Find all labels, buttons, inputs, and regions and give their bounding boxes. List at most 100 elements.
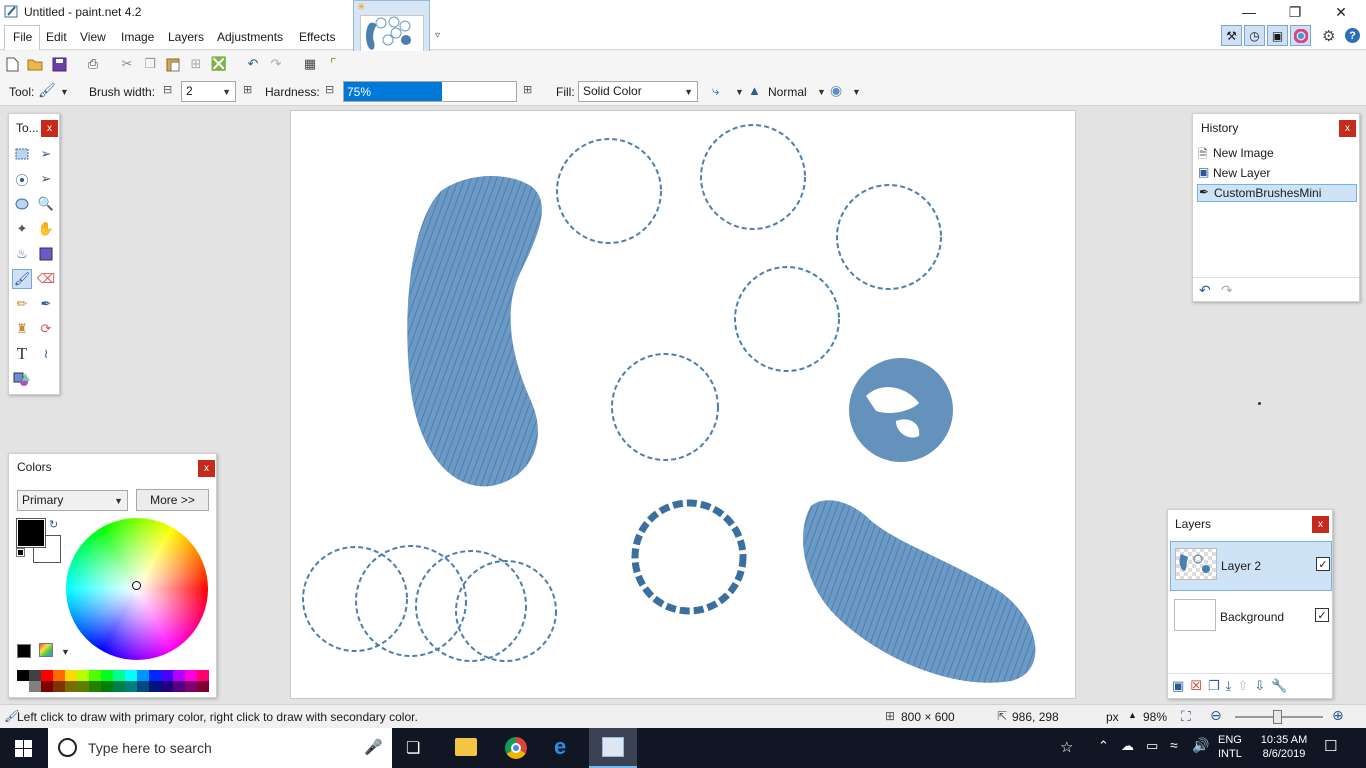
palette-swatch[interactable]: [53, 670, 65, 681]
palette-swatch[interactable]: [65, 681, 77, 692]
recolor-icon[interactable]: ⟳: [36, 319, 56, 339]
palette-swatch[interactable]: [77, 670, 89, 681]
layers-window-icon[interactable]: ▣: [1267, 25, 1288, 46]
brush-width-select[interactable]: 2 ▼: [181, 81, 236, 102]
zoom-out-icon[interactable]: ⊖: [1210, 707, 1222, 724]
rectangle-select-icon[interactable]: [12, 144, 32, 164]
paint-bucket-icon[interactable]: ♨: [12, 244, 32, 264]
save-icon[interactable]: [51, 56, 67, 72]
palette-swatch[interactable]: [17, 681, 29, 692]
zoom-in-icon[interactable]: ⊕: [1332, 707, 1344, 724]
palette-swatch[interactable]: [185, 681, 197, 692]
cut-icon[interactable]: ✂: [119, 56, 135, 72]
paintbrush-icon[interactable]: 🖌: [12, 269, 32, 289]
units-dropdown-icon[interactable]: ▲: [1128, 710, 1137, 720]
deselect-icon[interactable]: ❎: [211, 56, 227, 72]
brush-width-increase-icon[interactable]: ⊞: [243, 83, 252, 96]
move-selected-icon[interactable]: ➢: [36, 144, 56, 164]
move-layer-down-icon[interactable]: ⇩: [1254, 678, 1265, 694]
tools-panel-close-icon[interactable]: x: [41, 120, 58, 137]
fill-select[interactable]: Solid Color ▼: [578, 81, 698, 102]
colors-panel-close-icon[interactable]: x: [198, 460, 215, 477]
layers-panel-close-icon[interactable]: x: [1312, 516, 1329, 533]
blend-mode-value[interactable]: Normal: [768, 85, 807, 99]
palette-swatch[interactable]: [77, 681, 89, 692]
palette-swatch[interactable]: [17, 670, 29, 681]
taskbar-paintnet-button[interactable]: [589, 728, 637, 768]
merge-layer-down-icon[interactable]: ⤓: [1226, 678, 1232, 694]
palette-swatch[interactable]: [41, 670, 53, 681]
layer-visibility-checkbox[interactable]: ✓: [1316, 557, 1330, 571]
onedrive-icon[interactable]: ☁: [1121, 738, 1134, 754]
more-colors-button[interactable]: More >>: [136, 489, 209, 511]
swap-colors-icon[interactable]: ↻: [49, 518, 58, 531]
palette-swatch[interactable]: [161, 670, 173, 681]
selection-mode-dropdown-icon[interactable]: ▼: [852, 87, 861, 97]
brush-width-decrease-icon[interactable]: ⊟: [163, 83, 172, 96]
zoom-slider[interactable]: [1235, 710, 1323, 724]
volume-icon[interactable]: 🔊: [1192, 737, 1209, 754]
reset-colors-icon[interactable]: [16, 548, 25, 557]
palette-menu-icon[interactable]: [39, 643, 53, 657]
shapes-icon[interactable]: [12, 369, 32, 389]
palette-swatch[interactable]: [101, 681, 113, 692]
palette-swatch[interactable]: [137, 670, 149, 681]
people-icon[interactable]: ☆: [1060, 738, 1073, 756]
edge-icon[interactable]: e: [554, 734, 566, 760]
help-icon[interactable]: ?: [1345, 28, 1360, 43]
taskbar-search-box[interactable]: Type here to search 🎤: [48, 728, 392, 768]
file-explorer-icon[interactable]: [455, 738, 477, 756]
color-palette[interactable]: [17, 670, 209, 692]
palette-swatch[interactable]: [125, 681, 137, 692]
hardness-increase-icon[interactable]: ⊞: [523, 83, 532, 96]
history-item-custom-brushes[interactable]: ✒ CustomBrushesMini: [1197, 184, 1357, 202]
layer-properties-icon[interactable]: 🔧: [1271, 678, 1287, 694]
layer-row-background[interactable]: Background ✓: [1170, 593, 1332, 643]
palette-swatch[interactable]: [89, 670, 101, 681]
pan-hand-icon[interactable]: ✋: [36, 219, 56, 239]
show-hidden-icons-icon[interactable]: ⌃: [1098, 738, 1109, 754]
palette-swatch[interactable]: [149, 681, 161, 692]
line-curve-icon[interactable]: ≀: [36, 344, 56, 364]
menu-adjustments[interactable]: Adjustments: [211, 30, 289, 44]
hardness-decrease-icon[interactable]: ⊟: [325, 83, 334, 96]
menu-layers[interactable]: Layers: [162, 30, 210, 44]
palette-swatch[interactable]: [185, 670, 197, 681]
delete-layer-icon[interactable]: ☒: [1190, 678, 1202, 694]
palette-swatch[interactable]: [65, 670, 77, 681]
history-item-new-layer[interactable]: ▣ New Layer: [1197, 164, 1357, 182]
palette-swatch[interactable]: [173, 670, 185, 681]
restore-button[interactable]: ❐: [1272, 0, 1318, 24]
palette-swatch[interactable]: [149, 670, 161, 681]
print-icon[interactable]: ⎙: [85, 56, 101, 72]
battery-icon[interactable]: ▭: [1146, 738, 1158, 754]
chrome-icon[interactable]: [505, 737, 527, 759]
new-file-icon[interactable]: [4, 56, 20, 72]
layer-visibility-checkbox[interactable]: ✓: [1315, 608, 1329, 622]
redo-icon[interactable]: ↷: [268, 56, 284, 72]
units-select[interactable]: px: [1106, 710, 1119, 724]
lasso-select-icon[interactable]: ⦿: [12, 169, 32, 189]
duplicate-layer-icon[interactable]: ❐: [1208, 678, 1220, 694]
rulers-icon[interactable]: ⌜: [325, 56, 341, 72]
magic-wand-icon[interactable]: ✦: [12, 219, 32, 239]
palette-swatch[interactable]: [113, 670, 125, 681]
move-selection-icon[interactable]: ➢: [36, 169, 56, 189]
palette-dropdown-icon[interactable]: ▼: [61, 647, 70, 657]
task-view-icon[interactable]: ❏: [406, 738, 420, 758]
palette-swatch[interactable]: [29, 670, 41, 681]
text-icon[interactable]: T: [12, 344, 32, 364]
palette-swatch[interactable]: [41, 681, 53, 692]
paste-icon[interactable]: [165, 56, 181, 72]
antialiasing-dropdown-icon[interactable]: ▼: [735, 87, 744, 97]
add-to-palette-icon[interactable]: [17, 644, 31, 658]
palette-swatch[interactable]: [29, 681, 41, 692]
menu-edit[interactable]: Edit: [40, 30, 73, 44]
image-canvas[interactable]: [290, 110, 1076, 699]
palette-swatch[interactable]: [113, 681, 125, 692]
palette-swatch[interactable]: [101, 670, 113, 681]
move-layer-up-icon[interactable]: ⇧: [1237, 678, 1248, 694]
minimize-button[interactable]: —: [1226, 0, 1272, 24]
palette-swatch[interactable]: [197, 681, 209, 692]
color-wheel[interactable]: [66, 518, 208, 660]
